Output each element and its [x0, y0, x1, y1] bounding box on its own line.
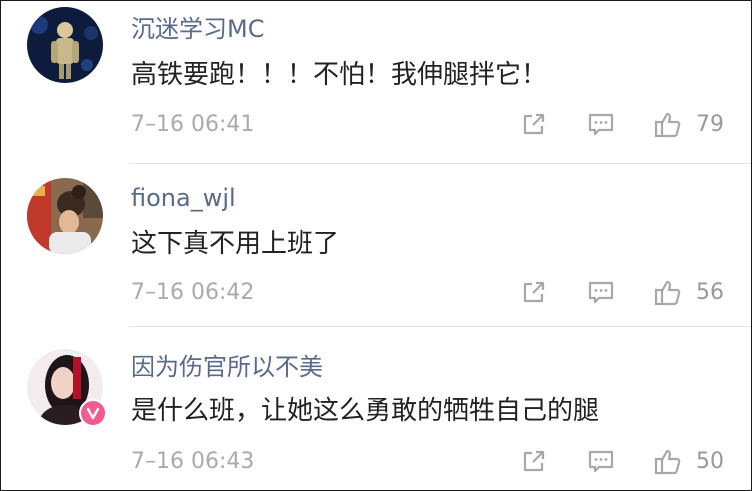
comment-item: 因为伤官所以不美 是什么班，让她这么勇敢的牺牲自己的腿 7–16 06:43 5… — [1, 327, 751, 489]
comment-icon[interactable] — [586, 446, 616, 476]
like-count: 56 — [696, 280, 724, 305]
comment-item: fiona_wjl 这下真不用上班了 7–16 06:42 56 — [1, 164, 751, 326]
timestamp: 7–16 06:42 — [131, 280, 255, 305]
username[interactable]: 沉迷学习MC — [131, 17, 264, 41]
comment-icon[interactable] — [586, 109, 616, 139]
share-icon[interactable] — [519, 446, 549, 476]
avatar[interactable] — [27, 7, 103, 83]
thumbs-up-icon[interactable] — [653, 446, 683, 476]
like-count: 50 — [696, 449, 724, 474]
comment-item: 沉迷学习MC 高铁要跑！！！不怕！我伸腿拌它！ 7–16 06:41 79 — [1, 1, 751, 163]
username[interactable]: 因为伤官所以不美 — [131, 355, 323, 379]
comment-text: 这下真不用上班了 — [131, 229, 340, 259]
comment-text: 是什么班，让她这么勇敢的牺牲自己的腿 — [131, 396, 600, 426]
timestamp: 7–16 06:43 — [131, 449, 255, 474]
comment-text: 高铁要跑！！！不怕！我伸腿拌它！ — [131, 60, 548, 90]
username[interactable]: fiona_wjl — [131, 186, 236, 210]
comment-list: 沉迷学习MC 高铁要跑！！！不怕！我伸腿拌它！ 7–16 06:41 79 fi… — [0, 0, 752, 491]
thumbs-up-icon[interactable] — [653, 277, 683, 307]
comment-icon[interactable] — [586, 277, 616, 307]
thumbs-up-icon[interactable] — [653, 109, 683, 139]
share-icon[interactable] — [519, 277, 549, 307]
like-count: 79 — [696, 112, 724, 137]
timestamp: 7–16 06:41 — [131, 112, 255, 137]
share-icon[interactable] — [519, 109, 549, 139]
avatar[interactable] — [27, 178, 103, 254]
vip-badge-icon — [79, 399, 107, 427]
